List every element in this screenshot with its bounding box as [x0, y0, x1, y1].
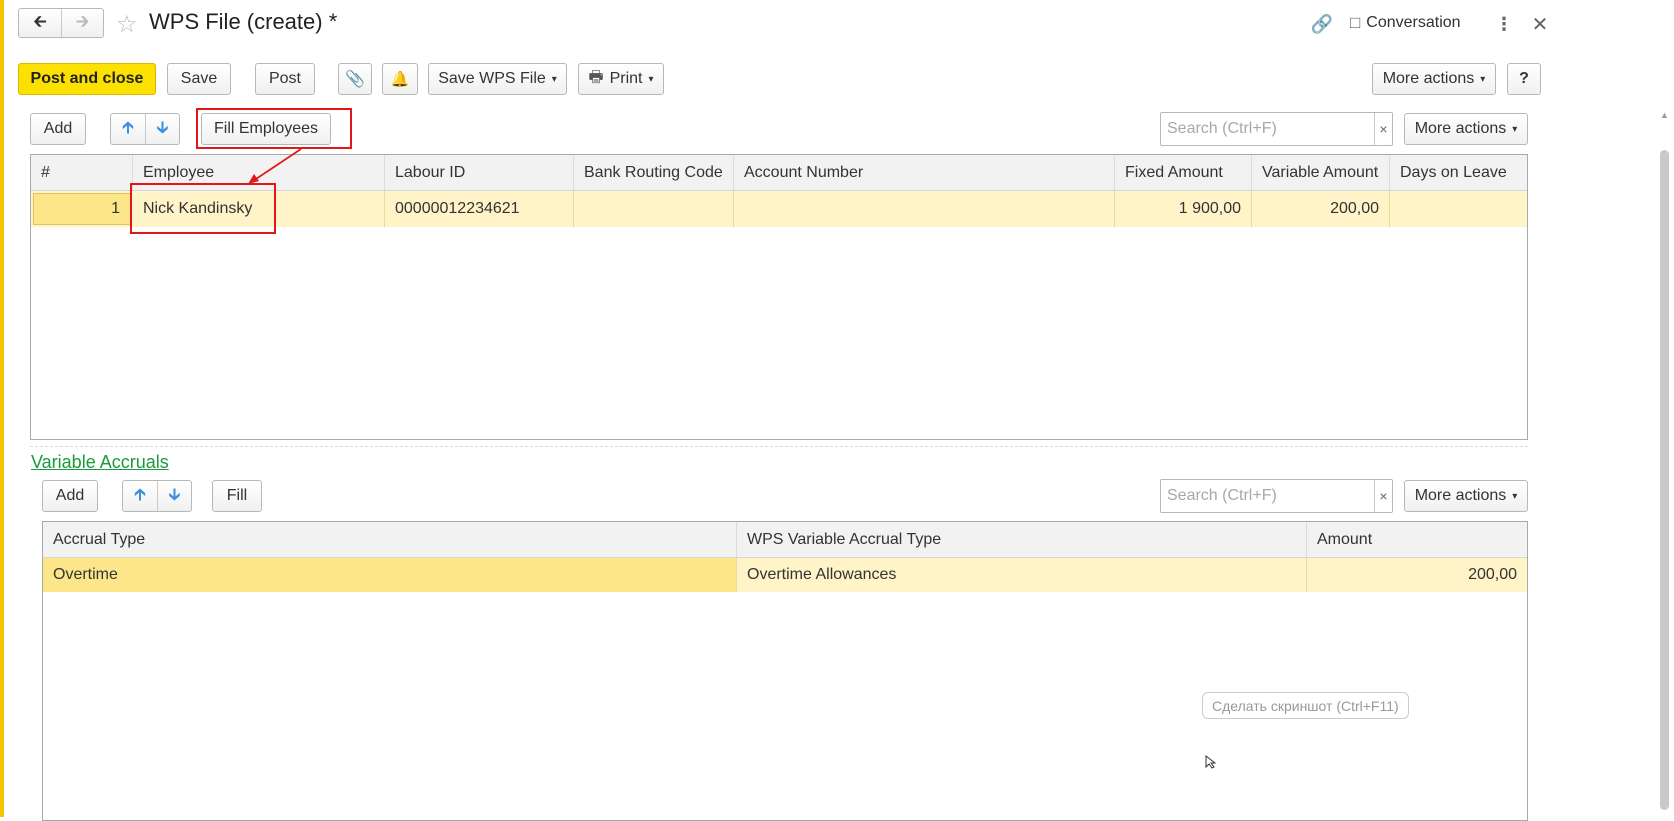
post-label: Post [268, 70, 301, 87]
column-header[interactable]: Days on Leave [1390, 155, 1528, 190]
back-arrow-icon[interactable]: 🡰 [19, 9, 61, 37]
scrollbar-thumb[interactable] [1660, 150, 1669, 810]
employees-more-actions-button[interactable]: More actions ▾ [1404, 113, 1528, 145]
nav-buttons: 🡰 🡲 [18, 8, 104, 38]
variable-accruals-link[interactable]: Variable Accruals [31, 452, 169, 473]
more-actions-label: More actions [1414, 487, 1507, 504]
table-row[interactable]: Overtime Overtime Allowances 200,00 [43, 558, 1527, 592]
section-divider [30, 446, 1528, 447]
scroll-up-icon[interactable]: ▲ [1659, 110, 1670, 120]
search-input[interactable] [1161, 113, 1374, 145]
column-header[interactable]: Accrual Type [43, 522, 737, 557]
save-button[interactable]: Save [167, 63, 231, 95]
accruals-search: × [1160, 479, 1393, 513]
help-label: ? [1519, 70, 1529, 87]
add-accrual-button[interactable]: Add [42, 480, 98, 512]
conversation-icon: □ [1350, 13, 1361, 32]
column-header[interactable]: Variable Amount [1252, 155, 1390, 190]
save-wps-file-button[interactable]: Save WPS File ▾ [428, 63, 567, 95]
add-employee-button[interactable]: Add [30, 113, 86, 145]
more-vertical-icon[interactable]: ⋮ [1494, 12, 1514, 36]
more-actions-label: More actions [1382, 70, 1475, 87]
column-header[interactable]: Fixed Amount [1115, 155, 1252, 190]
chevron-down-icon: ▾ [1480, 73, 1486, 85]
move-down-icon[interactable]: 🡳 [145, 114, 179, 144]
save-wps-file-label: Save WPS File [438, 70, 546, 87]
more-actions-button[interactable]: More actions ▾ [1372, 63, 1496, 95]
window-frame-edge [0, 0, 4, 817]
save-label: Save [180, 70, 218, 87]
accruals-table: Accrual Type WPS Variable Accrual Type A… [42, 521, 1528, 821]
help-button[interactable]: ? [1507, 63, 1541, 95]
favorite-star-icon[interactable]: ☆ [116, 10, 138, 39]
add-label: Add [55, 487, 85, 504]
close-icon[interactable]: ✕ [1528, 12, 1552, 36]
clear-icon[interactable]: × [1374, 480, 1392, 512]
accruals-more-actions-button[interactable]: More actions ▾ [1404, 480, 1528, 512]
move-up-icon[interactable]: 🡱 [111, 114, 145, 144]
print-button[interactable]: 🖶 Print ▾ [578, 63, 664, 95]
move-buttons: 🡱 🡳 [110, 113, 180, 145]
move-down-icon[interactable]: 🡳 [157, 481, 191, 511]
reminder-button[interactable]: 🔔 [382, 63, 418, 95]
wps-type-cell[interactable]: Overtime Allowances [737, 558, 1307, 592]
conversation-label: Conversation [1366, 14, 1461, 31]
chevron-down-icon: ▾ [1512, 490, 1518, 502]
accrual-type-cell[interactable]: Overtime [43, 558, 737, 592]
screenshot-tooltip: Сделать скриншот (Ctrl+F11) [1202, 692, 1409, 719]
forward-arrow-icon[interactable]: 🡲 [61, 9, 103, 37]
post-button[interactable]: Post [255, 63, 315, 95]
table-header: Accrual Type WPS Variable Accrual Type A… [43, 522, 1527, 558]
fixed-amount-cell[interactable]: 1 900,00 [1115, 191, 1252, 227]
chevron-down-icon: ▾ [648, 73, 654, 85]
column-header[interactable]: Amount [1307, 522, 1527, 557]
days-on-leave-cell[interactable] [1390, 191, 1528, 227]
bank-routing-code-cell[interactable] [574, 191, 734, 227]
column-header[interactable]: # [31, 155, 133, 190]
accrual-move-buttons: 🡱 🡳 [122, 480, 192, 512]
attach-button[interactable]: 📎 [338, 63, 372, 95]
variable-amount-cell[interactable]: 200,00 [1252, 191, 1390, 227]
post-and-close-label: Post and close [30, 70, 144, 87]
conversation-button[interactable]: □ Conversation [1350, 13, 1461, 33]
column-header[interactable]: WPS Variable Accrual Type [737, 522, 1307, 557]
print-label: Print [609, 70, 643, 87]
employees-search: × [1160, 112, 1393, 146]
column-header[interactable]: Account Number [734, 155, 1115, 190]
link-icon[interactable]: 🔗 [1310, 12, 1334, 36]
annotation-arrow [248, 148, 302, 184]
account-number-cell[interactable] [734, 191, 1115, 227]
add-label: Add [43, 120, 73, 137]
clear-icon[interactable]: × [1374, 113, 1392, 145]
mouse-cursor-icon [1205, 755, 1217, 769]
more-actions-label: More actions [1414, 120, 1507, 137]
move-up-icon[interactable]: 🡱 [123, 481, 157, 511]
chevron-down-icon: ▾ [1512, 123, 1518, 135]
column-header[interactable]: Labour ID [385, 155, 574, 190]
vertical-scrollbar[interactable]: ▲ [1659, 110, 1669, 810]
printer-icon: 🖶 [588, 68, 604, 86]
post-and-close-button[interactable]: Post and close [18, 63, 156, 95]
column-header[interactable]: Bank Routing Code [574, 155, 734, 190]
annotation-box-employee [130, 183, 276, 234]
paperclip-icon: 📎 [345, 71, 365, 88]
annotation-box-fill-employees [196, 108, 352, 149]
bell-icon: 🔔 [390, 71, 410, 88]
row-number-cell[interactable]: 1 [33, 193, 131, 225]
labour-id-cell[interactable]: 00000012234621 [385, 191, 574, 227]
page-title: WPS File (create) * [149, 9, 338, 34]
amount-cell[interactable]: 200,00 [1307, 558, 1527, 592]
fill-accruals-button[interactable]: Fill [212, 480, 262, 512]
chevron-down-icon: ▾ [551, 73, 557, 85]
fill-label: Fill [226, 487, 248, 504]
search-input[interactable] [1161, 480, 1374, 512]
